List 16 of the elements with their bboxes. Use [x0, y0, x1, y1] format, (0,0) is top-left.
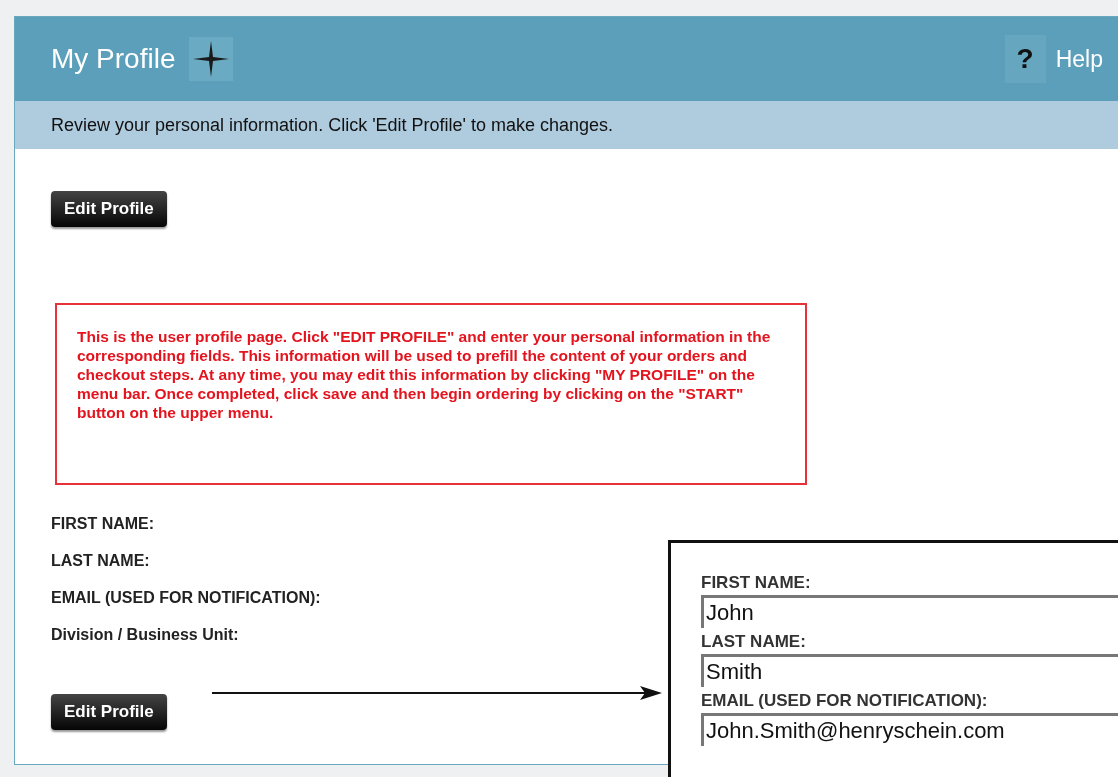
field-label: EMAIL (USED FOR NOTIFICATION): [51, 589, 321, 607]
field-label: FIRST NAME: [51, 515, 155, 533]
note-text: This is the user profile page. Click "EDIT PROFILE" and enter your personal information in the corresponding fields. This information will be used to prefill the content of your orders and checkout steps. At any time, you may edit this information by clicking "MY PROFILE" on the menu bar. Once completed, click save and then begin ordering by clicking on the "START" button on the upper menu. [77, 328, 771, 421]
input-field[interactable]: John [701, 595, 1118, 628]
field-label: LAST NAME: [701, 632, 806, 652]
page-title: My Profile [51, 43, 176, 75]
field-label: LAST NAME: [51, 552, 150, 570]
instructions-text: Review your personal information. Click 'Edit Profile' to make changes. [51, 114, 614, 136]
help-icon[interactable]: ? [1004, 35, 1046, 83]
edit-profile-button[interactable]: Edit Profile [51, 694, 167, 730]
field-label: EMAIL (USED FOR NOTIFICATION): [701, 691, 988, 711]
field-label: Division / Business Unit: [51, 626, 239, 644]
input-field[interactable]: John.Smith@henryschein.com [701, 713, 1118, 746]
input-field[interactable]: Smith [701, 654, 1118, 687]
edit-profile-button[interactable]: Edit Profile [51, 191, 167, 227]
field-label: FIRST NAME: [701, 573, 811, 593]
